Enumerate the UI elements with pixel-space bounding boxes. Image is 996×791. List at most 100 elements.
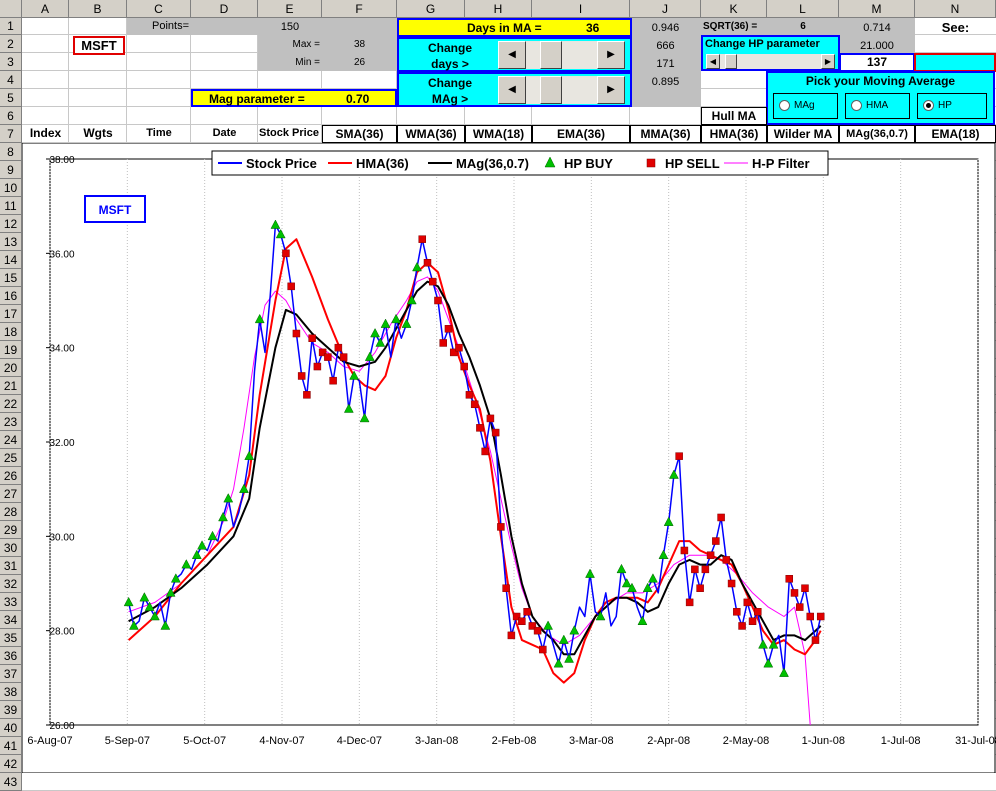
- radio-hp[interactable]: HP: [917, 93, 987, 119]
- legend-label: HP SELL: [665, 156, 720, 171]
- row-header[interactable]: 10: [0, 179, 22, 197]
- row-header[interactable]: 23: [0, 413, 22, 431]
- column-header-row: A B C D E F G H I J K L M N: [0, 0, 996, 18]
- col-header-k[interactable]: K: [701, 0, 767, 18]
- hp-scrollbar[interactable]: ◀ ▶: [706, 54, 835, 69]
- row-header[interactable]: 18: [0, 323, 22, 341]
- row-header[interactable]: 36: [0, 647, 22, 665]
- m1-value: 0.714: [863, 22, 891, 34]
- legend-label: HP BUY: [564, 156, 613, 171]
- row-header[interactable]: 13: [0, 233, 22, 251]
- row-header[interactable]: 27: [0, 485, 22, 503]
- days-scroll-left-button[interactable]: ◀: [498, 41, 526, 69]
- radio-hma[interactable]: HMA: [845, 93, 910, 119]
- row-header[interactable]: 8: [0, 143, 22, 161]
- row-header-column: 1 2 3 4 5 6 7 8 9 10 11 12 13 14 15 16 17 18 19 20 21 22 23 24 2…: [0, 18, 22, 791]
- row-header[interactable]: 9: [0, 161, 22, 179]
- hp-scroll-left-button[interactable]: ◀: [706, 54, 720, 69]
- row-header[interactable]: 35: [0, 629, 22, 647]
- row-header[interactable]: 7: [0, 125, 22, 143]
- row-header[interactable]: 20: [0, 359, 22, 377]
- j2-value: 666: [656, 40, 675, 52]
- days-scroll-thumb[interactable]: [540, 41, 562, 69]
- radio-mag[interactable]: MAg: [773, 93, 838, 119]
- row-header[interactable]: 39: [0, 701, 22, 719]
- row-header[interactable]: 19: [0, 341, 22, 359]
- hp-value-cell[interactable]: 137: [839, 53, 915, 72]
- row-header[interactable]: 6: [0, 107, 22, 125]
- radio-mag-label: MAg: [794, 100, 815, 111]
- col-header-m[interactable]: M: [839, 0, 915, 18]
- row-header[interactable]: 11: [0, 197, 22, 215]
- row-header[interactable]: 12: [0, 215, 22, 233]
- days-scroll-right-button[interactable]: ▶: [597, 41, 625, 69]
- row-header[interactable]: 29: [0, 521, 22, 539]
- row-header[interactable]: 26: [0, 467, 22, 485]
- mag-scroll-thumb[interactable]: [540, 76, 562, 104]
- x-tick-label: 2-Feb-08: [492, 735, 537, 747]
- hp-sell-marker: [701, 565, 710, 574]
- col-header-l[interactable]: L: [767, 0, 839, 18]
- hp-sell-marker: [491, 428, 500, 437]
- hp-sell-marker: [497, 523, 505, 531]
- row-header[interactable]: 22: [0, 395, 22, 413]
- header-ema36: EMA(36): [532, 125, 630, 143]
- col-header-e[interactable]: E: [258, 0, 322, 18]
- ticker-cell[interactable]: MSFT: [73, 36, 125, 55]
- row-header[interactable]: 25: [0, 449, 22, 467]
- hp-sell-marker: [712, 537, 720, 545]
- row-header[interactable]: 40: [0, 719, 22, 737]
- row-header[interactable]: 43: [0, 773, 22, 791]
- header-index: Index: [29, 126, 62, 140]
- hp-scroll-thumb[interactable]: [725, 54, 737, 69]
- row-header[interactable]: 37: [0, 665, 22, 683]
- days-scrollbar[interactable]: ◀ ▶: [498, 41, 625, 69]
- mag-scroll-right-button[interactable]: ▶: [597, 76, 625, 104]
- pick-ma-box: Pick your Moving Average MAg HMA HP: [766, 71, 995, 125]
- j4-value: 0.895: [651, 76, 680, 88]
- row-header[interactable]: 1: [0, 18, 22, 35]
- row-header[interactable]: 2: [0, 35, 22, 53]
- hp-sell-marker: [748, 617, 757, 625]
- row-header[interactable]: 41: [0, 737, 22, 755]
- row-header[interactable]: 32: [0, 575, 22, 593]
- row-header[interactable]: 3: [0, 53, 22, 71]
- x-tick-label: 1-Jun-08: [802, 735, 845, 747]
- row-header[interactable]: 33: [0, 593, 22, 611]
- row-header[interactable]: 16: [0, 287, 22, 305]
- min-label: Min =: [295, 57, 320, 68]
- row-header[interactable]: 5: [0, 89, 22, 107]
- row-header[interactable]: 28: [0, 503, 22, 521]
- col-header-h[interactable]: H: [465, 0, 532, 18]
- row-header[interactable]: 38: [0, 683, 22, 701]
- mag-scroll-left-button[interactable]: ◀: [498, 76, 526, 104]
- col-header-i[interactable]: I: [532, 0, 630, 18]
- row-header[interactable]: 24: [0, 431, 22, 449]
- header-date: Date: [212, 127, 237, 139]
- row-header[interactable]: 17: [0, 305, 22, 323]
- price-chart[interactable]: 6-Aug-07 5-Sep-07 5-Oct-07 4-Nov-07 4-Dec-07…: [22, 143, 996, 773]
- header-wgts: Wgts: [83, 126, 113, 140]
- col-header-d[interactable]: D: [191, 0, 258, 18]
- col-header-a[interactable]: A: [22, 0, 69, 18]
- radio-mag-circle: [779, 100, 790, 111]
- header-ema18: EMA(18): [915, 125, 996, 143]
- row-header[interactable]: 34: [0, 611, 22, 629]
- row-header[interactable]: 30: [0, 539, 22, 557]
- row-header[interactable]: 31: [0, 557, 22, 575]
- row-header[interactable]: 15: [0, 269, 22, 287]
- col-header-g[interactable]: G: [397, 0, 465, 18]
- hp-sell-marker: [743, 598, 752, 607]
- col-header-b[interactable]: B: [69, 0, 127, 18]
- row-header[interactable]: 14: [0, 251, 22, 269]
- mag-scrollbar[interactable]: ◀ ▶: [498, 76, 625, 104]
- col-header-n[interactable]: N: [915, 0, 996, 18]
- row-header[interactable]: 4: [0, 71, 22, 89]
- hp-scroll-right-button[interactable]: ▶: [821, 54, 835, 69]
- row-header[interactable]: 21: [0, 377, 22, 395]
- col-header-f[interactable]: F: [322, 0, 397, 18]
- col-header-j[interactable]: J: [630, 0, 701, 18]
- row-header[interactable]: 42: [0, 755, 22, 773]
- col-header-c[interactable]: C: [127, 0, 191, 18]
- select-all-corner[interactable]: [0, 0, 22, 18]
